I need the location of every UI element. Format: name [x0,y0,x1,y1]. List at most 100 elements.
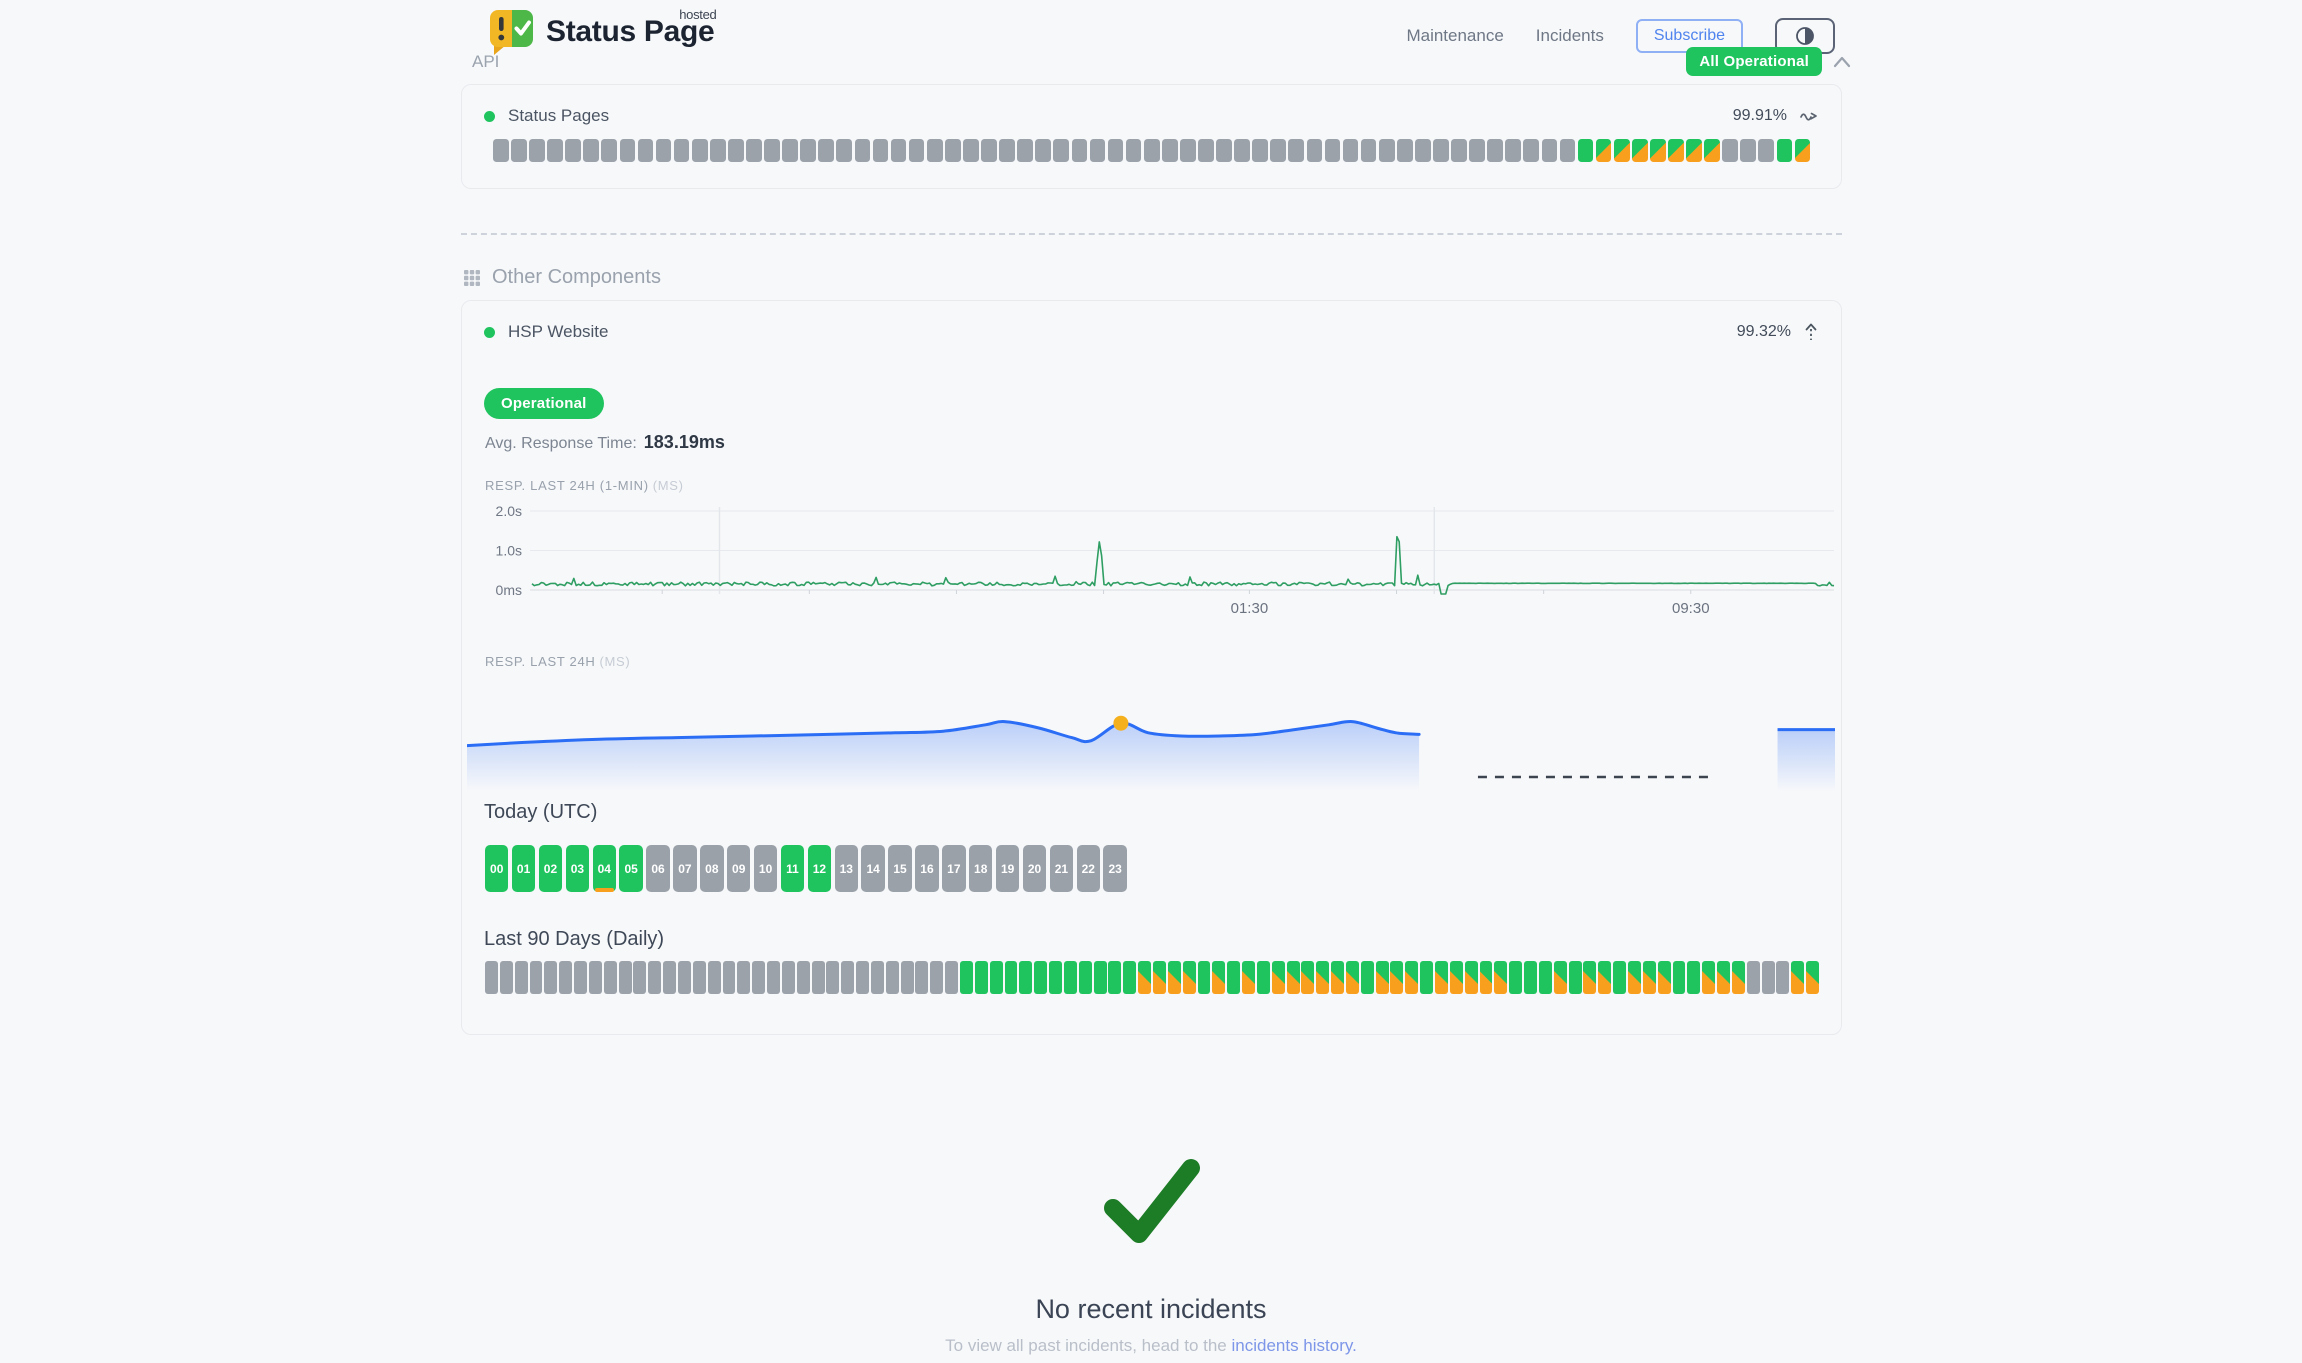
uptime-bar [836,139,852,162]
y-axis-label: 0ms [496,582,522,598]
daily-bar [1376,961,1389,994]
daily-bar [886,961,899,994]
daily-bar [1168,961,1181,994]
chevron-up-icon[interactable] [1831,54,1853,70]
uptime-bar [620,139,636,162]
daily-bar [1405,961,1418,994]
daily-bar [1094,961,1107,994]
uptime-bar [1451,139,1467,162]
check-icon [1099,1158,1203,1246]
daily-bar [1524,961,1537,994]
api-section-label: API [461,52,499,72]
daily-bar [1108,961,1121,994]
brand-title: Status Page hosted [546,15,718,49]
uptime-bar [674,139,690,162]
uptime-bar [1704,139,1720,162]
daily-bar [663,961,676,994]
uptime-bar [1650,139,1666,162]
uptime-bar [1542,139,1558,162]
daily-bar [1776,961,1789,994]
uptime-bar [1379,139,1395,162]
operational-status-pill: Operational [484,388,604,419]
daily-bar [975,961,988,994]
daily-bar [1628,961,1641,994]
incidents-history-link[interactable]: incidents history. [1231,1336,1356,1355]
incidents-history-line: To view all past incidents, head to the … [945,1336,1357,1356]
uptime-bar [873,139,889,162]
daily-bar [1747,961,1760,994]
status-meta-row: API All Operational [461,47,1853,76]
uptime-bar [1632,139,1648,162]
response-series-line [532,537,1834,594]
all-operational-badge: All Operational [1686,47,1822,76]
chart-label-1min: RESP. LAST 24H (1-MIN)(MS) [485,478,1841,493]
nav-item-maintenance[interactable]: Maintenance [1406,26,1503,46]
daily-bar [1658,961,1671,994]
hour-block: 01 [512,845,535,892]
daily-bar [856,961,869,994]
response-time-area-chart [467,677,1835,795]
hour-block: 10 [754,845,777,892]
daily-bar [915,961,928,994]
hour-block-row: 0001020304050607080910111213141516171819… [485,845,1841,892]
hour-block: 21 [1050,845,1073,892]
component-card-hsp-website: HSP Website 99.32% Operational Avg. Resp… [461,300,1842,1035]
daily-bar [530,961,543,994]
uptime-bar [1668,139,1684,162]
daily-bar [1287,961,1300,994]
uptime-bar [1090,139,1106,162]
uptime-bar [1017,139,1033,162]
hour-block: 20 [1023,845,1046,892]
theme-icon [1794,25,1816,47]
uptime-bar [1740,139,1756,162]
daily-bar [1762,961,1775,994]
hour-block: 09 [727,845,750,892]
nav-item-incidents[interactable]: Incidents [1536,26,1604,46]
uptime-bar [1777,139,1793,162]
other-components-title: Other Components [492,266,661,289]
hour-block: 18 [969,845,992,892]
uptime-bar [565,139,581,162]
daily-bar [752,961,765,994]
uptime-bar [601,139,617,162]
uptime-bar [1415,139,1431,162]
uptime-percentage: 99.91% [1733,107,1787,125]
hour-block: 17 [942,845,965,892]
uptime-bar [1234,139,1250,162]
chart-label-avg: RESP. LAST 24H(MS) [485,654,1841,669]
uptime-bar [1053,139,1069,162]
hour-block: 22 [1077,845,1100,892]
hour-block: 13 [835,845,858,892]
daily-bar [1346,961,1359,994]
uptime-bar [1144,139,1160,162]
daily-bar [1361,961,1374,994]
uptime-bar [999,139,1015,162]
response-time-line-chart: 2.0s1.0s0ms01:3009:30 [484,499,1836,624]
uptime-bar [710,139,726,162]
hour-block: 19 [996,845,1019,892]
component-name: HSP Website [508,322,608,342]
daily-bar [1494,961,1507,994]
daily-bar [767,961,780,994]
daily-bar [1079,961,1092,994]
uptime-bar [583,139,599,162]
trend-up-icon [1803,322,1819,342]
chart-unit: (MS) [600,654,631,669]
section-divider [461,233,1842,235]
daily-bar [1227,961,1240,994]
daily-bar [1390,961,1403,994]
uptime-bar [1578,139,1594,162]
component-name: Status Pages [508,106,609,126]
daily-bar [930,961,943,994]
uptime-bar-row [493,139,1810,162]
hour-block: 03 [566,845,589,892]
uptime-bar [782,139,798,162]
uptime-bar [1126,139,1142,162]
uptime-bar [1325,139,1341,162]
uptime-bar [511,139,527,162]
uptime-bar [656,139,672,162]
uptime-bar [1180,139,1196,162]
status-dot [484,327,495,338]
daily-bar [797,961,810,994]
degraded-marker [595,888,614,892]
